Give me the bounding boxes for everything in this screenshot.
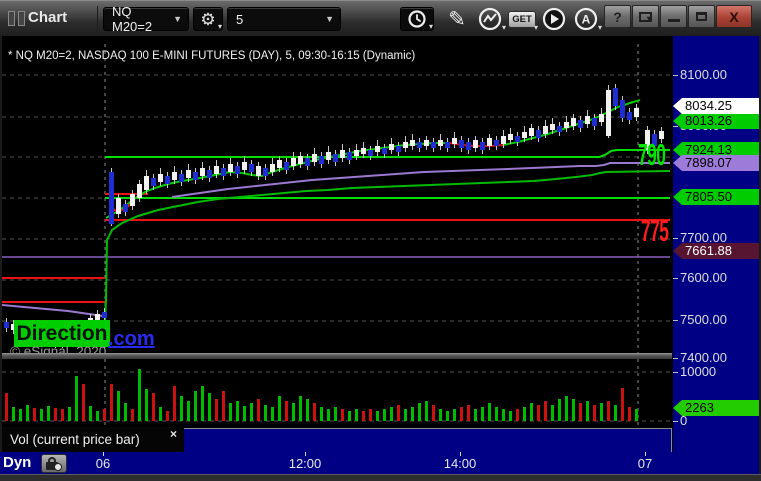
window-bottom-frame <box>0 474 761 481</box>
gear-icon: ⚙ <box>200 9 216 29</box>
maximize-button[interactable] <box>688 5 715 28</box>
time-axis[interactable]: Dyn 06 12:00 14:00 07 <box>0 452 759 474</box>
price-axis[interactable]: 8100.008000.007700.007600.007500.007400.… <box>672 36 759 452</box>
autoscale-icon: A <box>574 7 598 31</box>
help-button[interactable]: ? <box>604 5 631 28</box>
watermark-link[interactable]: .com <box>108 328 155 351</box>
chevron-down-icon: ▾ <box>217 22 222 31</box>
price-axis-tick <box>673 75 678 76</box>
price-axis-tick <box>673 421 678 422</box>
window-title: Chart <box>28 9 68 26</box>
autoscale-button[interactable]: A ▾ <box>570 7 602 32</box>
help-icon: ? <box>613 8 622 25</box>
volume-pane[interactable] <box>2 359 672 426</box>
minimize-icon <box>667 19 680 22</box>
symbol-dropdown[interactable]: NQ M20=2 ▼ <box>103 4 189 34</box>
close-button[interactable]: X <box>716 5 752 28</box>
price-axis-tick <box>673 238 678 239</box>
titlebar: Chart NQ M20=2 ▼ ⚙ ▾ 5 ▼ ▾ ✎ ▾ GET ▾ A ▾… <box>0 0 761 36</box>
price-axis-label: 7500.00 <box>680 312 727 327</box>
main-price-pane[interactable] <box>2 40 672 353</box>
play-button[interactable] <box>538 7 570 31</box>
watermark-text: Direction <box>14 320 110 347</box>
minimize-button[interactable] <box>660 5 687 28</box>
big-green-price-label: 790 <box>638 137 666 172</box>
price-axis-tick <box>673 126 678 127</box>
price-tag: 8034.25 <box>673 98 759 114</box>
time-axis-label: 06 <box>95 456 111 471</box>
get-data-icon: GET <box>508 10 536 28</box>
clock-icon <box>408 10 426 28</box>
chevron-down-icon: ▼ <box>173 14 182 24</box>
play-icon <box>542 7 566 31</box>
pane-splitter[interactable] <box>2 353 672 359</box>
line-study-button[interactable]: ▾ <box>474 7 506 32</box>
get-data-button[interactable]: GET ▾ <box>506 7 538 32</box>
toolbar-divider <box>97 6 98 32</box>
price-axis-tick <box>673 278 678 279</box>
volume-row-panel <box>184 428 672 452</box>
close-icon: X <box>729 8 739 25</box>
interval-value: 5 <box>236 11 244 27</box>
gear-button[interactable]: ⚙ ▾ <box>193 7 223 31</box>
price-tag: 7898.07 <box>673 155 759 171</box>
big-red-price-label: 775 <box>641 213 669 248</box>
time-lock-button[interactable] <box>41 454 67 473</box>
chart-title: * NQ M20=2, NASDAQ 100 E-MINI FUTURES (D… <box>8 50 416 62</box>
price-axis-tick <box>673 358 678 359</box>
time-axis-label: 07 <box>637 456 653 471</box>
time-axis-label: 12:00 <box>288 456 322 471</box>
maximize-icon <box>696 12 707 21</box>
svg-text:A: A <box>582 13 591 27</box>
chevron-down-icon: ▼ <box>325 14 334 24</box>
popout-button[interactable]: ▾ <box>632 5 659 28</box>
line-study-icon <box>478 7 502 31</box>
clock-icon <box>54 463 62 471</box>
symbol-value: NQ M20=2 <box>112 4 153 34</box>
price-axis-label: 7600.00 <box>680 270 727 285</box>
price-axis-tick <box>673 372 678 373</box>
price-tag: 7661.88 <box>673 243 759 259</box>
time-template-button[interactable]: ▾ <box>400 7 434 31</box>
dynamic-mode-label[interactable]: Dyn <box>3 454 31 471</box>
price-tag: 8013.26 <box>673 113 759 129</box>
price-axis-label: 8100.00 <box>680 67 727 82</box>
price-tag: 2263 <box>673 400 759 416</box>
volume-study-label: Vol (current price bar) <box>2 427 184 452</box>
draw-button[interactable]: ✎ <box>441 7 473 31</box>
chevron-down-icon: ▾ <box>428 22 433 31</box>
time-axis-label: 14:00 <box>443 456 477 471</box>
interval-dropdown[interactable]: 5 ▼ <box>227 7 341 31</box>
price-axis-tick <box>673 320 678 321</box>
price-tag: 7805.50 <box>673 189 759 205</box>
chevron-down-icon: ▾ <box>597 23 602 32</box>
close-study-icon[interactable]: × <box>170 427 177 441</box>
popout-icon: ▾ <box>639 11 652 23</box>
window-grip-icon[interactable] <box>8 11 25 26</box>
chart-window: Chart NQ M20=2 ▼ ⚙ ▾ 5 ▼ ▾ ✎ ▾ GET ▾ A ▾… <box>0 0 761 481</box>
pencil-icon: ✎ <box>448 7 466 31</box>
price-axis-label: 10000 <box>680 364 717 379</box>
